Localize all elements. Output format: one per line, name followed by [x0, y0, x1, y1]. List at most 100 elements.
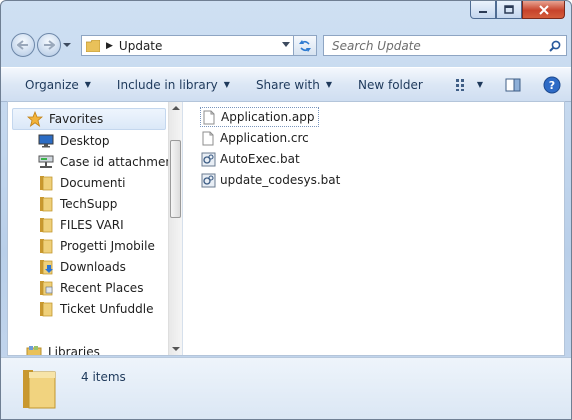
address-dropdown-icon[interactable]: [282, 42, 290, 48]
scrollbar-thumb[interactable]: [170, 140, 181, 218]
recent-pages-dropdown-icon[interactable]: [63, 41, 71, 49]
folder-icon: [38, 217, 54, 233]
nav-scrollbar[interactable]: [168, 102, 182, 355]
share-label: Share with: [255, 77, 320, 92]
sidebar-item-case-id-attachment[interactable]: Case id attachment: [38, 152, 168, 172]
caption-buttons: [470, 1, 565, 21]
organize-label: Organize: [25, 77, 79, 92]
item-count: 4 items: [81, 370, 126, 384]
file-item[interactable]: Application.crc: [200, 128, 309, 148]
star-icon: [27, 111, 43, 127]
back-arrow-icon: [17, 40, 28, 50]
back-button[interactable]: [11, 33, 35, 57]
organize-button[interactable]: Organize ▼: [17, 73, 99, 97]
command-bar: Organize ▼ Include in library ▼ Share with…: [1, 67, 571, 102]
batch-file-icon: [200, 172, 216, 188]
refresh-button[interactable]: [293, 35, 317, 56]
sidebar-item-label: Downloads: [60, 260, 126, 274]
forward-arrow-icon: [44, 40, 55, 50]
folder-icon: [38, 301, 54, 317]
chevron-down-icon: ▼: [84, 80, 91, 89]
sidebar-item-label: Desktop: [60, 134, 110, 148]
chevron-down-icon: ▼: [476, 80, 483, 89]
sidebar-item-label: TechSupp: [60, 197, 118, 211]
folder-icon: [86, 39, 100, 52]
file-item[interactable]: Application.app: [200, 107, 320, 127]
explorer-window: ▶ Update Organize ▼ Include in library ▼ S…: [0, 0, 572, 420]
close-button[interactable]: [522, 1, 565, 19]
libraries-label: Libraries: [48, 345, 100, 355]
document-icon: [201, 109, 217, 125]
folder-icon: [23, 370, 56, 409]
sidebar-item-label: FILES VARI: [60, 218, 124, 232]
desktop-icon: [38, 133, 54, 149]
file-item[interactable]: update_codesys.bat: [200, 170, 340, 190]
sidebar-item-techsupp[interactable]: TechSupp: [38, 194, 117, 214]
file-item[interactable]: AutoExec.bat: [200, 149, 300, 169]
sidebar-item-documenti[interactable]: Documenti: [38, 173, 126, 193]
sidebar-item-label: Ticket Unfuddle: [60, 302, 154, 316]
sidebar-item-ticket-unfuddle[interactable]: Ticket Unfuddle: [38, 299, 154, 319]
chevron-down-icon: ▼: [325, 80, 332, 89]
network-drive-icon: [38, 154, 54, 170]
new-folder-button[interactable]: New folder: [350, 73, 431, 97]
sidebar-item-label: Recent Places: [60, 281, 144, 295]
sidebar-item-recent-places[interactable]: Recent Places: [38, 278, 143, 298]
folder-icon: [38, 175, 54, 191]
batch-file-icon: [200, 151, 216, 167]
scroll-down-icon[interactable]: [172, 346, 180, 352]
file-list[interactable]: Application.app Application.crc AutoExec…: [184, 102, 564, 355]
details-pane: 4 items: [1, 357, 571, 419]
minimize-icon: [479, 10, 487, 13]
search-box[interactable]: [323, 35, 567, 56]
change-view-button[interactable]: ▼: [447, 73, 491, 97]
favorites-label: Favorites: [49, 112, 104, 126]
sidebar-item-progetti-jmobile[interactable]: Progetti Jmobile: [38, 236, 155, 256]
include-in-library-button[interactable]: Include in library ▼: [109, 73, 238, 97]
address-row: ▶ Update: [7, 31, 567, 61]
file-name: Application.crc: [220, 131, 309, 145]
document-icon: [200, 130, 216, 146]
file-name: Application.app: [221, 110, 315, 124]
sidebar-item-files-vari[interactable]: FILES VARI: [38, 215, 124, 235]
forward-button[interactable]: [37, 33, 61, 57]
svg-text:?: ?: [549, 79, 555, 92]
navigation-pane[interactable]: Favorites Desktop Case id attachment Doc…: [8, 102, 168, 355]
sidebar-item-label: Case id attachment: [60, 155, 168, 169]
sidebar-item-label: Documenti: [60, 176, 126, 190]
folder-icon: [38, 238, 54, 254]
file-name: AutoExec.bat: [220, 152, 300, 166]
scroll-up-icon[interactable]: [172, 105, 180, 111]
chevron-down-icon: ▼: [223, 80, 230, 89]
libraries-header[interactable]: Libraries: [12, 342, 100, 355]
help-button[interactable]: ?: [535, 73, 569, 97]
maximize-button[interactable]: [496, 1, 522, 19]
pane-divider[interactable]: [182, 102, 183, 355]
downloads-icon: [38, 259, 54, 275]
minimize-button[interactable]: [470, 1, 496, 19]
share-with-button[interactable]: Share with ▼: [248, 73, 340, 97]
file-name: update_codesys.bat: [220, 173, 341, 187]
maximize-icon: [504, 5, 514, 14]
sidebar-item-desktop[interactable]: Desktop: [38, 131, 110, 151]
preview-pane-icon: [505, 78, 521, 91]
content-area: Favorites Desktop Case id attachment Doc…: [7, 101, 565, 356]
sidebar-item-downloads[interactable]: Downloads: [38, 257, 126, 277]
favorites-header[interactable]: Favorites: [12, 108, 166, 130]
close-icon: [538, 4, 549, 15]
breadcrumb-arrow-icon[interactable]: ▶: [106, 41, 113, 51]
folder-icon: [38, 196, 54, 212]
help-icon: ?: [543, 76, 561, 93]
new-folder-label: New folder: [358, 77, 423, 92]
preview-pane-button[interactable]: [497, 73, 529, 97]
view-options-icon: [455, 78, 464, 91]
refresh-icon: [299, 39, 311, 52]
sidebar-item-label: Progetti Jmobile: [60, 239, 155, 253]
include-label: Include in library: [116, 77, 218, 92]
recent-places-icon: [38, 280, 54, 296]
search-icon[interactable]: [549, 40, 561, 52]
libraries-icon: [26, 346, 42, 355]
breadcrumb-current[interactable]: Update: [119, 39, 162, 53]
address-bar[interactable]: ▶ Update: [81, 35, 295, 56]
search-input[interactable]: [330, 37, 534, 54]
